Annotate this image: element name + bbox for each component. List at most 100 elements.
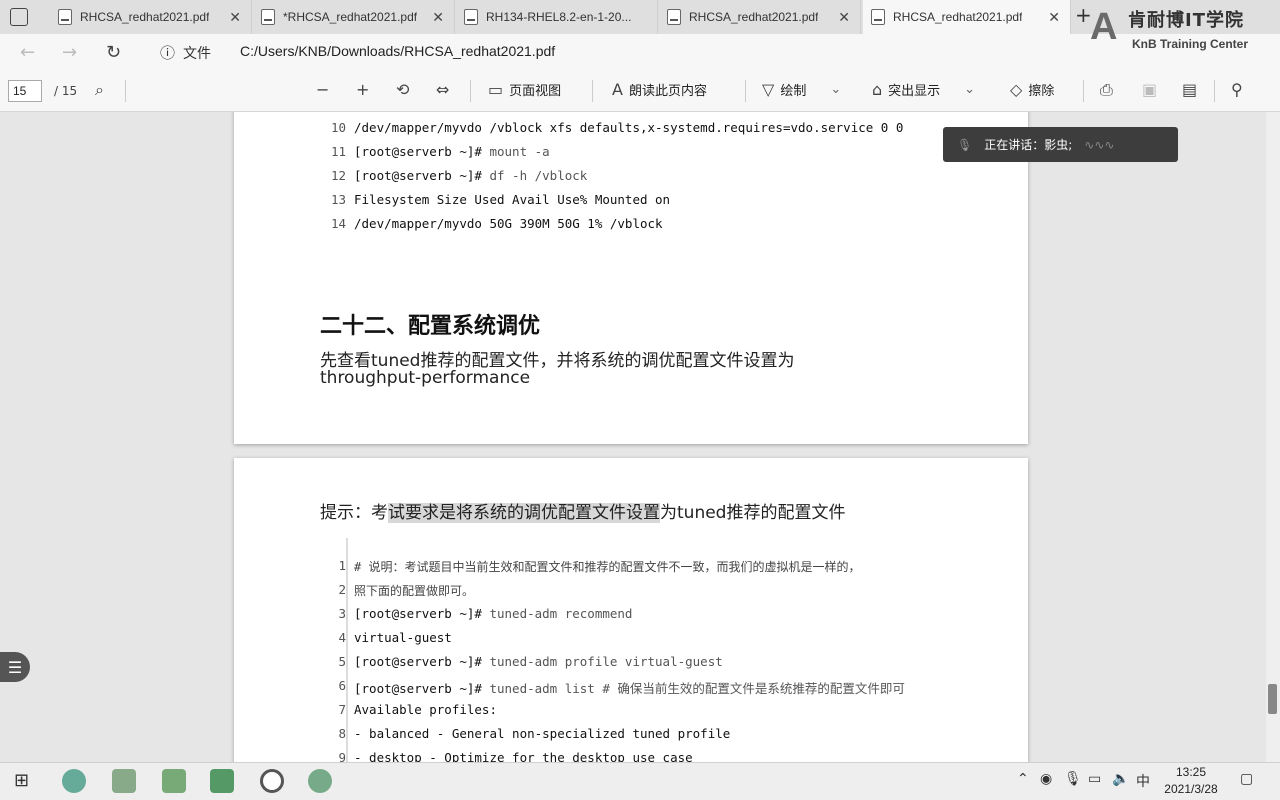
vertical-scrollbar[interactable] xyxy=(1266,112,1280,762)
plus-icon: + xyxy=(356,80,370,99)
microphone-icon: 🎙 xyxy=(957,137,973,152)
refresh-icon[interactable]: ↻ xyxy=(106,42,121,63)
fit-width-button[interactable]: ⇔ xyxy=(436,80,449,99)
photos-icon[interactable] xyxy=(210,769,234,793)
page-number-input[interactable]: 15 xyxy=(8,80,42,102)
hint-suffix: 为tuned推荐的配置文件 xyxy=(660,503,846,523)
url-field[interactable]: C:/Users/KNB/Downloads/RHCSA_redhat2021.… xyxy=(240,43,555,59)
search-button[interactable]: ⌕ xyxy=(95,80,104,100)
page-total: / 15 xyxy=(54,84,78,98)
rotate-button[interactable]: ⟲ xyxy=(396,80,409,99)
code-line: /dev/mapper/myvdo 50G 390M 50G 1% /vbloc… xyxy=(354,216,663,231)
line-number: 4 xyxy=(338,630,346,645)
tab-actions-icon[interactable] xyxy=(10,8,28,26)
command: mount -a xyxy=(489,144,550,159)
notification-icon[interactable]: ▢ xyxy=(1240,771,1253,787)
clock-date: 2021/3/28 xyxy=(1164,782,1218,796)
windows-start-icon[interactable]: ⊞ xyxy=(14,770,29,791)
tab-2[interactable]: *RHCSA_redhat2021.pdf ✕ xyxy=(253,0,455,34)
fit-width-icon: ⇔ xyxy=(436,80,450,99)
tab-4[interactable]: RHCSA_redhat2021.pdf ✕ xyxy=(659,0,861,34)
document-viewer[interactable]: 10 /dev/mapper/myvdo /vblock xfs default… xyxy=(0,112,1280,762)
save-icon: ▣ xyxy=(1142,80,1158,99)
info-icon: ⓘ xyxy=(160,44,176,62)
close-icon[interactable]: ✕ xyxy=(432,9,444,26)
speaking-indicator: 🎙 正在讲话：影虫; ∿∿∿ xyxy=(943,127,1178,162)
code-line: - desktop - Optimize for the desktop use… xyxy=(354,750,693,762)
line-number: 2 xyxy=(338,582,346,597)
line-number: 3 xyxy=(338,606,346,621)
save-button[interactable]: ▣ xyxy=(1142,80,1157,99)
erase-button[interactable]: ◇ 擦除 xyxy=(1010,80,1054,99)
code-line: /dev/mapper/myvdo /vblock xfs defaults,x… xyxy=(354,120,904,135)
line-number: 1 xyxy=(338,558,346,573)
line-number: 8 xyxy=(338,726,346,741)
section-desc-line2: throughput-performance xyxy=(320,368,531,388)
code-line: Filesystem Size Used Avail Use% Mounted … xyxy=(354,192,671,207)
draw-icon: ▽ xyxy=(762,80,775,99)
divider xyxy=(1214,80,1215,102)
draw-label: 绘制 xyxy=(780,84,807,99)
save-as-button[interactable]: ▤ xyxy=(1182,80,1197,99)
code-line: [root@serverb ~]# df -h /vblock xyxy=(354,168,587,183)
code-line: [root@serverb ~]# mount -a xyxy=(354,144,550,159)
divider xyxy=(745,80,746,102)
app-icon[interactable] xyxy=(162,769,186,793)
logo-en: KnB Training Center xyxy=(1132,37,1249,51)
zoom-out-button[interactable]: − xyxy=(316,80,329,99)
draw-button[interactable]: ▽ 绘制 ⌄ xyxy=(762,80,841,99)
forward-icon[interactable]: → xyxy=(62,42,77,63)
side-panel-handle[interactable]: ☰ xyxy=(0,652,30,682)
microphone-icon[interactable]: 🎙 xyxy=(1064,771,1082,787)
zoom-in-button[interactable]: + xyxy=(356,80,369,99)
app-icon[interactable] xyxy=(308,769,332,793)
read-aloud-button[interactable]: A 朗读此页内容 xyxy=(612,80,707,99)
print-button[interactable]: ⎙ xyxy=(1100,80,1113,100)
divider xyxy=(470,80,471,102)
close-icon[interactable]: ✕ xyxy=(838,9,850,26)
line-number: 6 xyxy=(338,678,346,693)
back-icon[interactable]: ← xyxy=(20,42,35,63)
rotate-icon: ⟲ xyxy=(396,80,410,99)
command: tuned-adm recommend xyxy=(489,606,633,621)
tab-1[interactable]: RHCSA_redhat2021.pdf ✕ xyxy=(50,0,252,34)
tab-title: RHCSA_redhat2021.pdf xyxy=(689,10,819,24)
line-number: 7 xyxy=(338,702,346,717)
tab-5-active[interactable]: RHCSA_redhat2021.pdf ✕ xyxy=(863,0,1071,34)
highlight-icon: ⌂ xyxy=(872,80,883,99)
clock-time: 13:25 xyxy=(1175,765,1207,779)
comment-line: 照下面的配置做即可。 xyxy=(354,584,475,598)
obs-icon[interactable] xyxy=(260,769,284,793)
app-icon[interactable] xyxy=(112,769,136,793)
file-info[interactable]: ⓘ 文件 xyxy=(160,42,211,63)
read-aloud-icon: A xyxy=(612,80,623,99)
chevron-down-icon: ⌄ xyxy=(830,82,842,97)
tab-title: RH134-RHEL8.2-en-1-20... xyxy=(486,10,632,24)
tab-3[interactable]: RH134-RHEL8.2-en-1-20... xyxy=(456,0,658,34)
audio-wave-icon: ∿∿∿ xyxy=(1084,137,1115,152)
volume-icon[interactable]: 🔈 xyxy=(1112,771,1129,787)
code-line: Available profiles: xyxy=(354,702,497,717)
logo-mark: A xyxy=(1090,6,1118,48)
network-icon[interactable]: ▭ xyxy=(1088,771,1101,787)
read-aloud-label: 朗读此页内容 xyxy=(628,84,707,99)
chevron-up-icon[interactable]: ⌃ xyxy=(1017,771,1029,787)
prompt: [root@serverb ~]# xyxy=(354,654,490,669)
clock[interactable]: 13:25 2021/3/28 xyxy=(1156,764,1226,798)
close-icon[interactable]: ✕ xyxy=(1048,9,1060,26)
prompt: [root@serverb ~]# xyxy=(354,606,490,621)
ime-indicator[interactable]: 中 xyxy=(1136,771,1150,791)
chevron-down-icon: ⌄ xyxy=(964,82,976,97)
page-view-button[interactable]: ▭ 页面视图 xyxy=(488,80,561,99)
line-number: 10 xyxy=(330,120,346,135)
close-icon[interactable]: ✕ xyxy=(229,9,241,26)
record-icon[interactable]: ◉ xyxy=(1040,771,1052,787)
highlight-button[interactable]: ⌂ 突出显示 ⌄ xyxy=(872,80,975,99)
pin-toolbar-button[interactable]: ⚲ xyxy=(1231,80,1243,99)
command: tuned-adm profile virtual-guest xyxy=(489,654,723,669)
code-gutter xyxy=(346,538,348,762)
watermark-logo: A 肯耐博IT学院 KnB Training Center xyxy=(1090,4,1280,64)
hint-prefix: 提示：考 xyxy=(320,503,388,523)
scrollbar-thumb[interactable] xyxy=(1268,684,1277,714)
edge-icon[interactable] xyxy=(62,769,86,793)
